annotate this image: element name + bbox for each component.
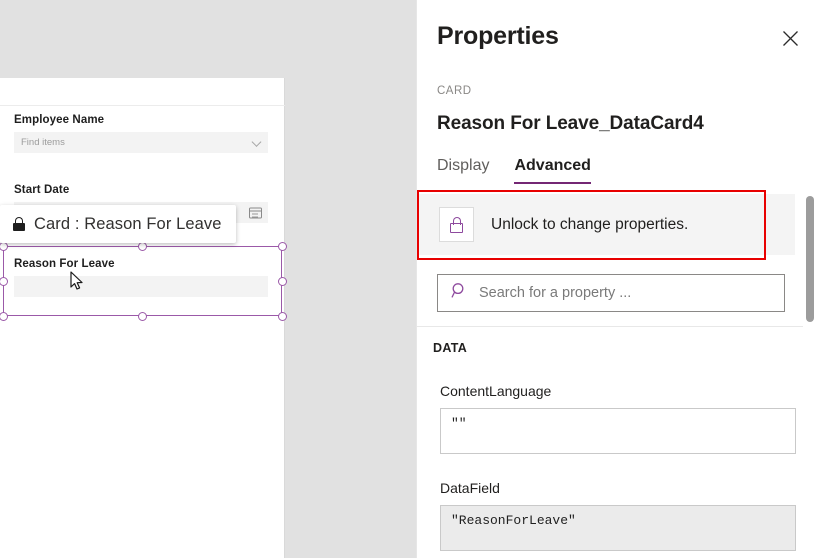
combobox-placeholder: Find items: [21, 137, 65, 148]
chevron-down-icon: [251, 136, 262, 147]
selection-tooltip: Card : Reason For Leave: [0, 205, 236, 243]
search-property-box[interactable]: [437, 274, 785, 312]
field-label-start-date: Start Date: [14, 184, 70, 196]
panel-scrollbar-thumb[interactable]: [806, 196, 814, 322]
resize-handle-bottom-right[interactable]: [277, 311, 287, 321]
property-label-datafield: DataField: [440, 480, 500, 496]
panel-divider: [417, 326, 803, 327]
search-input[interactable]: [479, 285, 784, 301]
close-icon[interactable]: [774, 22, 806, 54]
tab-advanced[interactable]: Advanced: [514, 157, 591, 184]
field-label-employee-name: Employee Name: [14, 114, 105, 126]
page-title: Properties: [437, 22, 559, 50]
section-heading-data: DATA: [433, 341, 468, 355]
unlock-banner[interactable]: Unlock to change properties.: [419, 194, 795, 255]
property-value-contentlanguage[interactable]: "": [440, 408, 796, 454]
panel-tabs: Display Advanced: [437, 157, 591, 184]
resize-handle-middle-left[interactable]: [0, 276, 8, 286]
lock-outline-icon[interactable]: [439, 207, 474, 242]
resize-handle-top-right[interactable]: [277, 241, 287, 251]
resize-handle-bottom-center[interactable]: [138, 311, 147, 321]
property-datafield: DataField "ReasonForLeave": [440, 480, 796, 551]
panel-kicker: CARD: [437, 85, 472, 97]
unlock-banner-label: Unlock to change properties.: [491, 215, 689, 233]
card-name: Reason For Leave_DataCard4: [437, 113, 704, 134]
form-field-employee-name: Employee Name Find items: [14, 114, 268, 153]
search-icon: [451, 282, 468, 304]
app-root: Employee Name Find items Start Date Reas…: [0, 0, 820, 558]
calendar-icon: [249, 207, 262, 218]
resize-handle-middle-right[interactable]: [277, 276, 287, 286]
selection-tooltip-label: Card : Reason For Leave: [34, 214, 222, 233]
canvas-divider: [0, 105, 285, 106]
property-value-datafield[interactable]: "ReasonForLeave": [440, 505, 796, 551]
combobox-employee-name[interactable]: Find items: [14, 132, 268, 153]
lock-filled-icon: [13, 217, 25, 231]
properties-panel: Properties CARD Reason For Leave_DataCar…: [416, 0, 820, 558]
property-label-contentlanguage: ContentLanguage: [440, 383, 552, 399]
tab-display[interactable]: Display: [437, 157, 489, 184]
property-contentlanguage: ContentLanguage "": [440, 383, 796, 454]
selection-frame[interactable]: [0, 241, 287, 321]
mouse-cursor: [70, 271, 84, 296]
resize-handle-bottom-left[interactable]: [0, 311, 8, 321]
designer-backdrop: Employee Name Find items Start Date Reas…: [0, 0, 416, 558]
